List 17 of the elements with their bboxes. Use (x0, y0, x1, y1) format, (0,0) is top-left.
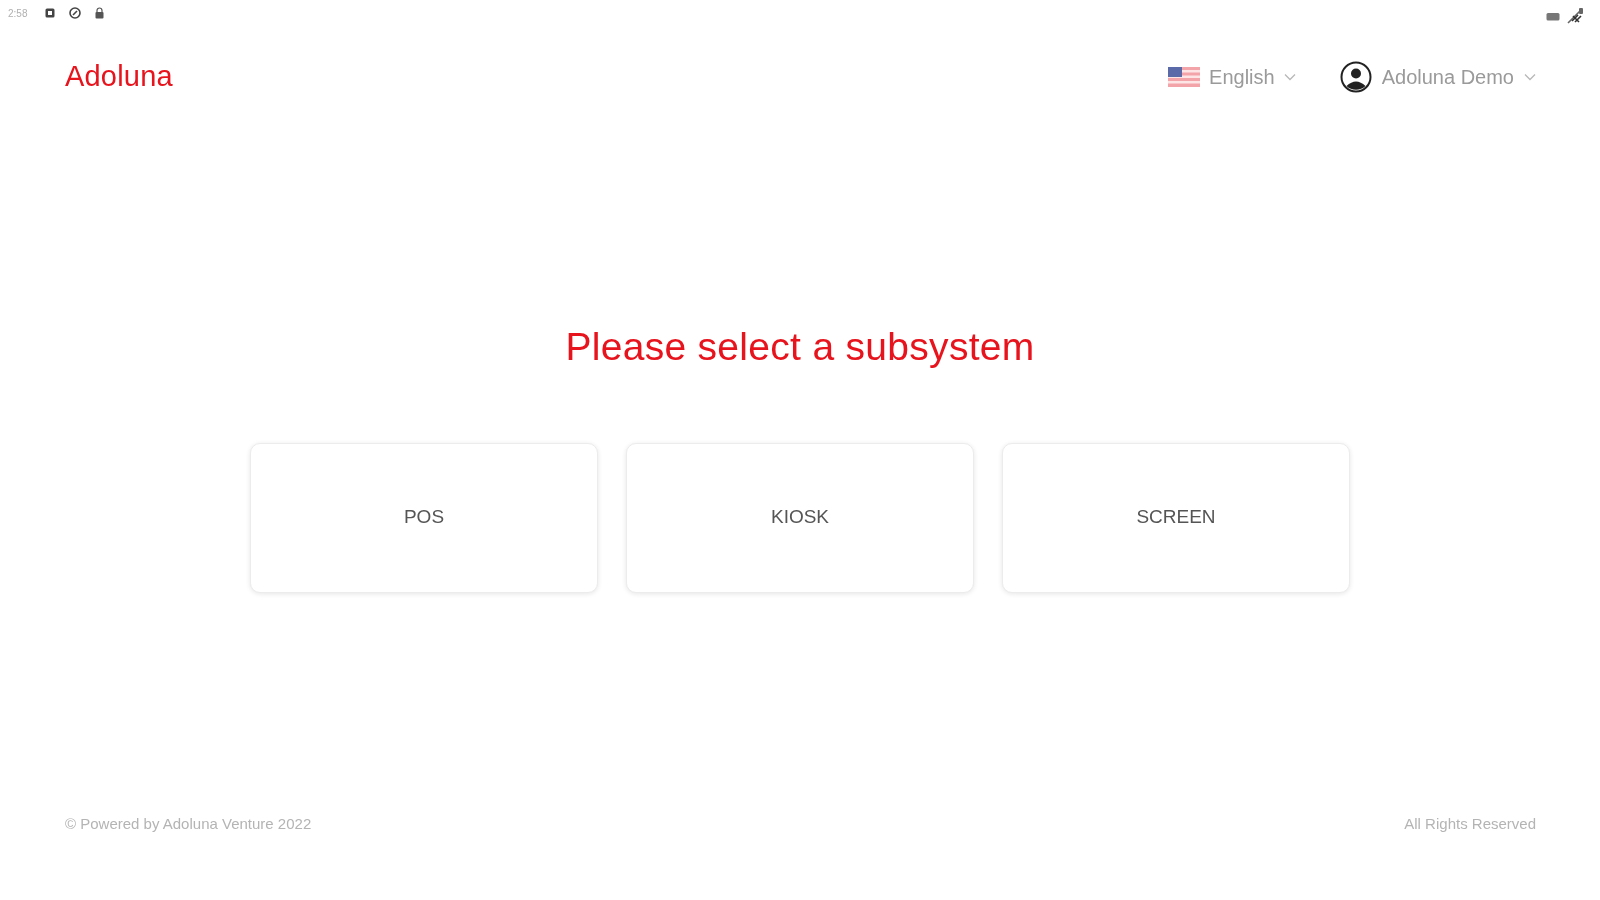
lock-icon (95, 7, 105, 19)
chevron-down-icon (1524, 73, 1536, 81)
page-title: Please select a subsystem (565, 324, 1035, 370)
footer-copyright: © Powered by Adoluna Venture 2022 (65, 813, 312, 834)
user-avatar-icon (1339, 61, 1372, 93)
footer-rights: All Rights Reserved (1404, 813, 1536, 834)
app-logo: Adoluna (65, 59, 173, 95)
subsystem-card[interactable]: SCREEN (1002, 442, 1350, 593)
status-time: 2:58 (8, 6, 28, 21)
square-notification-icon (45, 8, 56, 18)
chevron-down-icon (1283, 73, 1296, 81)
signal-off-icon (1566, 7, 1584, 25)
network-icon (1546, 11, 1560, 21)
us-flag-icon (1168, 67, 1201, 87)
circle-notification-icon (69, 7, 82, 19)
subsystem-card[interactable]: POS (250, 442, 598, 593)
subsystem-card[interactable]: KIOSK (626, 442, 974, 593)
